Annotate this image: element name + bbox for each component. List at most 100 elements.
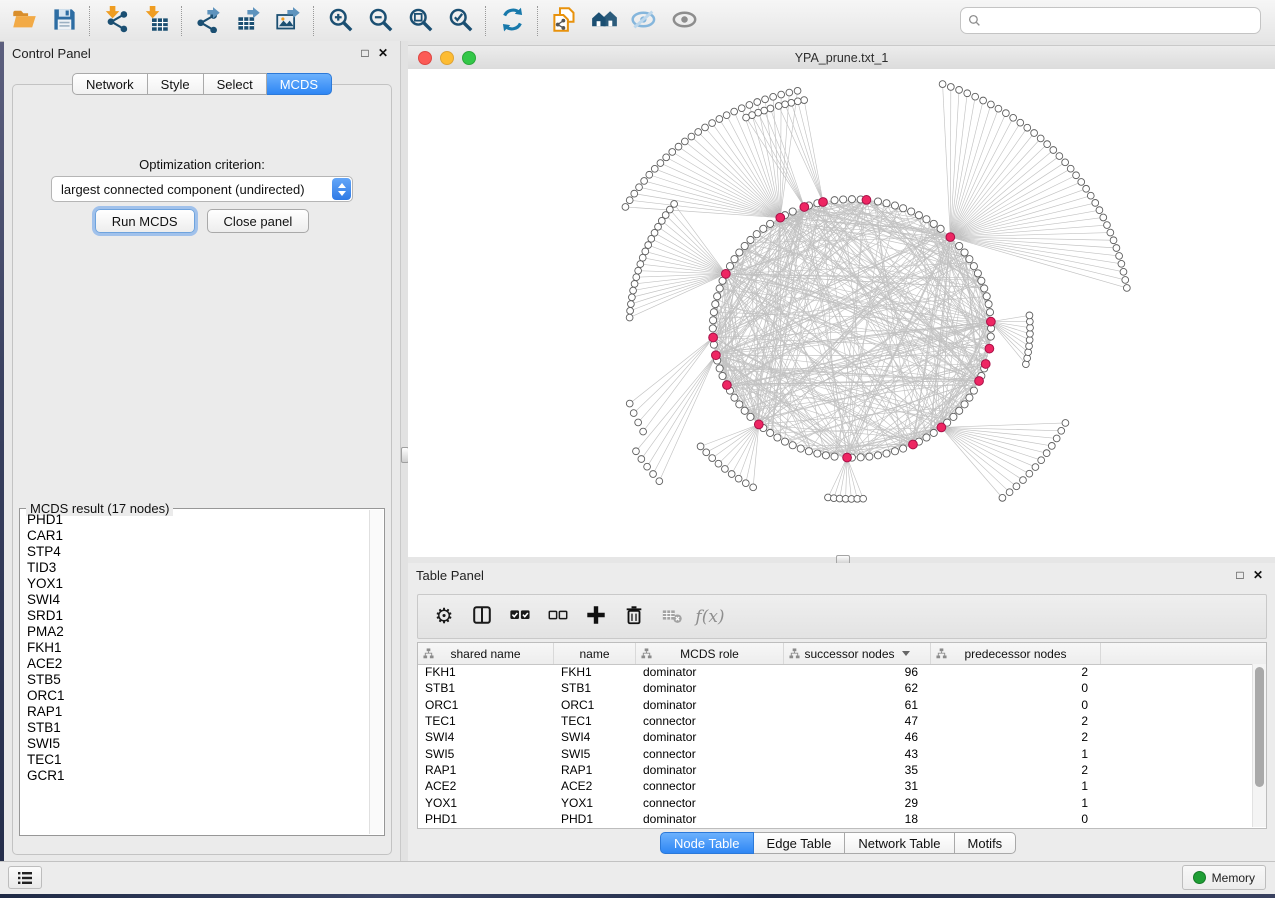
table-settings-button[interactable]: ⚙ (428, 600, 460, 634)
table-body: FKH1FKH1dominator962STB1STB1dominator620… (418, 664, 1253, 828)
export-table-button[interactable] (229, 4, 267, 38)
table-row[interactable]: ACE2ACE2connector311 (418, 778, 1253, 794)
close-table-panel-icon[interactable]: ✕ (1249, 566, 1267, 584)
open-session-button[interactable] (5, 4, 43, 38)
mcds-result-item[interactable]: PHD1 (21, 512, 369, 528)
column-header-shared-name[interactable]: shared name (418, 643, 554, 664)
mcds-result-item[interactable]: ACE2 (21, 656, 369, 672)
table-cell: 31 (784, 779, 931, 793)
table-cell: YOX1 (554, 796, 636, 810)
delete-column-button[interactable] (618, 600, 650, 634)
zoom-selected-button[interactable] (441, 4, 479, 38)
mcds-result-item[interactable]: STB1 (21, 720, 369, 736)
table-row[interactable]: TEC1TEC1connector472 (418, 713, 1253, 729)
apply-layout-button[interactable] (493, 4, 531, 38)
network-graph[interactable] (408, 69, 1275, 557)
mcds-result-item[interactable]: STB5 (21, 672, 369, 688)
close-panel-icon[interactable]: ✕ (374, 44, 392, 62)
search-box[interactable] (960, 7, 1261, 34)
memory-button[interactable]: Memory (1182, 865, 1266, 890)
tab-network[interactable]: Network (72, 73, 148, 95)
toggle-columns-button[interactable] (466, 600, 498, 634)
table-header-row: shared namenameMCDS rolesuccessor nodesp… (418, 643, 1266, 665)
mcds-list-scrollbar[interactable] (369, 510, 383, 834)
tab-style[interactable]: Style (148, 73, 204, 95)
table-cell: 46 (784, 730, 931, 744)
zoom-out-button[interactable] (361, 4, 399, 38)
mcds-result-item[interactable]: TEC1 (21, 752, 369, 768)
table-scrollbar[interactable] (1252, 664, 1266, 827)
mcds-result-item[interactable]: GCR1 (21, 768, 369, 784)
export-network-button[interactable] (189, 4, 227, 38)
criterion-select[interactable]: largest connected component (undirected) (51, 176, 353, 202)
table-cell: dominator (636, 681, 784, 695)
table-row[interactable]: RAP1RAP1dominator352 (418, 762, 1253, 778)
table-row[interactable]: ORC1ORC1dominator610 (418, 697, 1253, 713)
table-cell: STB1 (554, 681, 636, 695)
tab-node-table[interactable]: Node Table (660, 832, 754, 854)
zoom-out-icon (367, 6, 394, 36)
table-cell: 2 (931, 665, 1101, 679)
network-canvas[interactable] (408, 69, 1275, 557)
float-panel-icon[interactable]: □ (356, 44, 374, 62)
column-header-name[interactable]: name (554, 643, 636, 664)
shared-column-icon (423, 648, 434, 662)
import-table-icon (143, 6, 170, 36)
export-image-button[interactable] (269, 4, 307, 38)
save-session-button[interactable] (45, 4, 83, 38)
tab-edge-table[interactable]: Edge Table (754, 832, 846, 854)
mcds-result-item[interactable]: SWI4 (21, 592, 369, 608)
close-panel-button[interactable]: Close panel (207, 209, 310, 233)
column-header-predecessor-nodes[interactable]: predecessor nodes (931, 643, 1101, 664)
add-column-button[interactable] (580, 600, 612, 634)
column-header-successor-nodes[interactable]: successor nodes (784, 643, 931, 664)
mcds-result-item[interactable]: TID3 (21, 560, 369, 576)
zoom-fit-button[interactable] (401, 4, 439, 38)
show-all-button[interactable] (665, 4, 703, 38)
mcds-result-item[interactable]: FKH1 (21, 640, 369, 656)
network-title-bar[interactable]: YPA_prune.txt_1 (408, 45, 1275, 70)
mcds-result-list[interactable]: PHD1CAR1STP4TID3YOX1SWI4SRD1PMA2FKH1ACE2… (21, 512, 369, 834)
network-window: YPA_prune.txt_1 (408, 41, 1275, 557)
mcds-result-item[interactable]: YOX1 (21, 576, 369, 592)
hide-selected-button[interactable] (625, 4, 663, 38)
column-header-MCDS-role[interactable]: MCDS role (636, 643, 784, 664)
table-cell: connector (636, 779, 784, 793)
mcds-result-item[interactable]: ORC1 (21, 688, 369, 704)
table-row[interactable]: PHD1PHD1dominator180 (418, 811, 1253, 827)
table-row[interactable]: FKH1FKH1dominator962 (418, 664, 1253, 680)
task-history-button[interactable] (8, 866, 42, 889)
mcds-result-item[interactable]: PMA2 (21, 624, 369, 640)
mcds-result-item[interactable]: CAR1 (21, 528, 369, 544)
table-row[interactable]: STB1STB1dominator620 (418, 680, 1253, 696)
tab-mcds[interactable]: MCDS (267, 73, 332, 95)
deselect-all-rows-button[interactable] (542, 600, 574, 634)
import-table-button[interactable] (137, 4, 175, 38)
run-mcds-button[interactable]: Run MCDS (95, 209, 195, 233)
first-neighbors-button[interactable] (585, 4, 623, 38)
table-row[interactable]: YOX1YOX1connector291 (418, 794, 1253, 810)
table-cell: RAP1 (554, 763, 636, 777)
import-network-button[interactable] (97, 4, 135, 38)
table-scrollbar-thumb[interactable] (1255, 667, 1264, 787)
table-row[interactable]: SWI5SWI5connector431 (418, 745, 1253, 761)
table-cell: connector (636, 714, 784, 728)
table-tabs: Node TableEdge TableNetwork TableMotifs (660, 832, 1016, 854)
mcds-result-item[interactable]: SRD1 (21, 608, 369, 624)
duplicate-network-button[interactable] (545, 4, 583, 38)
tab-motifs[interactable]: Motifs (955, 832, 1017, 854)
mcds-result-item[interactable]: STP4 (21, 544, 369, 560)
mcds-result-item[interactable]: RAP1 (21, 704, 369, 720)
mcds-result-item[interactable]: SWI5 (21, 736, 369, 752)
table-cell: FKH1 (554, 665, 636, 679)
search-input[interactable] (986, 13, 1253, 29)
select-all-rows-button[interactable] (504, 600, 536, 634)
tab-select[interactable]: Select (204, 73, 267, 95)
table-panel-title: Table Panel (416, 568, 1231, 583)
zoom-in-button[interactable] (321, 4, 359, 38)
tab-network-table[interactable]: Network Table (845, 832, 954, 854)
shared-column-icon (789, 648, 800, 662)
table-row[interactable]: SWI4SWI4dominator462 (418, 729, 1253, 745)
memory-status-icon (1193, 871, 1206, 884)
float-table-panel-icon[interactable]: □ (1231, 566, 1249, 584)
